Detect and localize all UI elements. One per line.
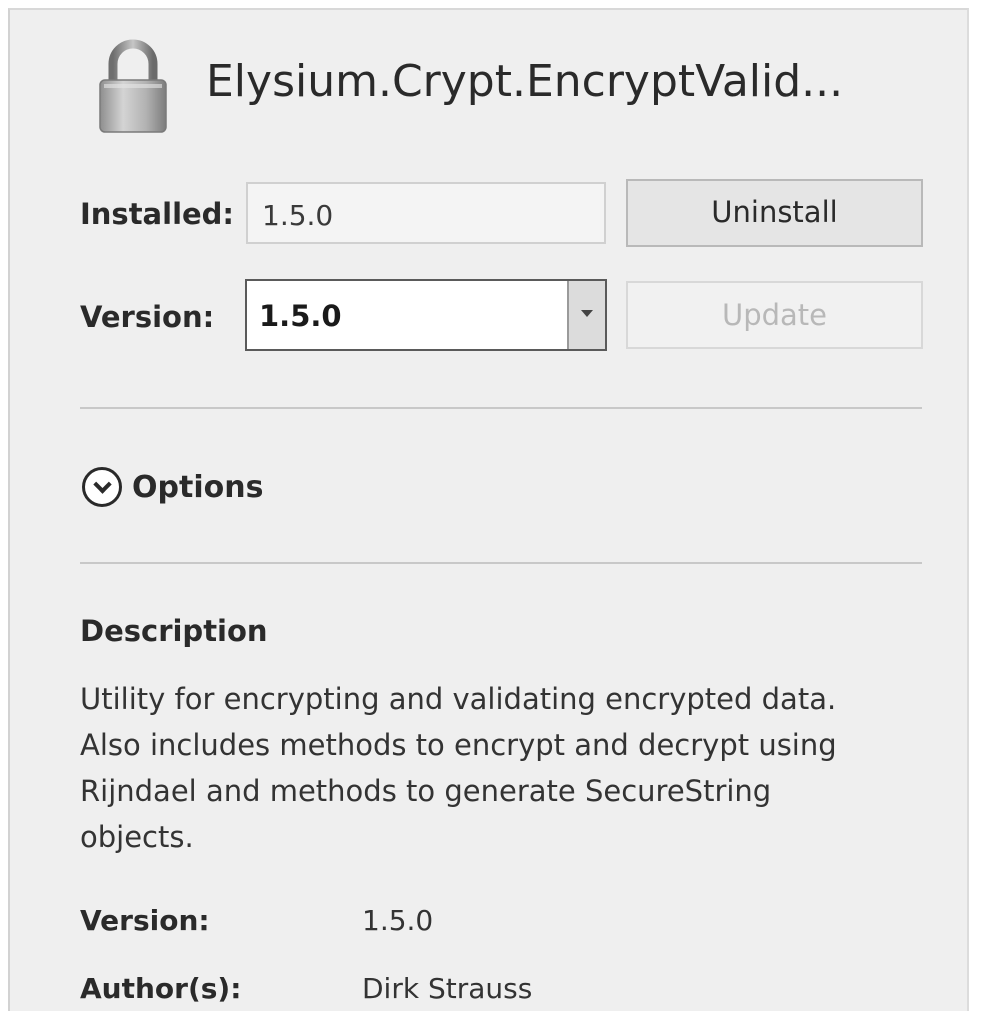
meta-version-label: Version: (80, 904, 210, 937)
options-label: Options (132, 469, 264, 505)
options-toggle[interactable]: Options (82, 462, 263, 512)
description-heading: Description (80, 614, 268, 648)
chevron-down-icon[interactable] (82, 467, 122, 507)
package-details-panel: Elysium.Crypt.EncryptValid... Installed:… (8, 8, 969, 1011)
version-dropdown-value: 1.5.0 (259, 299, 342, 333)
update-button[interactable]: Update (626, 281, 923, 349)
meta-authors-value: Dirk Strauss (362, 972, 533, 1005)
installed-version-field: 1.5.0 (246, 182, 606, 244)
lock-icon (99, 39, 167, 133)
divider-bottom (80, 562, 922, 564)
description-line: Rijndael and methods to generate SecureS… (80, 774, 772, 808)
meta-version-value: 1.5.0 (362, 904, 434, 937)
divider-top (80, 407, 922, 409)
description-text: Utility for encrypting and validating en… (80, 676, 950, 860)
description-line: objects. (80, 820, 194, 854)
package-title: Elysium.Crypt.EncryptValid... (206, 56, 844, 107)
installed-label: Installed: (80, 197, 235, 231)
description-line: Also includes methods to encrypt and dec… (80, 728, 837, 762)
description-line: Utility for encrypting and validating en… (80, 682, 837, 716)
installed-version-value: 1.5.0 (262, 199, 334, 232)
uninstall-button[interactable]: Uninstall (626, 179, 923, 247)
dropdown-arrow-icon[interactable] (567, 281, 605, 349)
version-label: Version: (80, 300, 215, 334)
version-dropdown[interactable]: 1.5.0 (245, 279, 607, 351)
meta-authors-label: Author(s): (80, 972, 242, 1005)
